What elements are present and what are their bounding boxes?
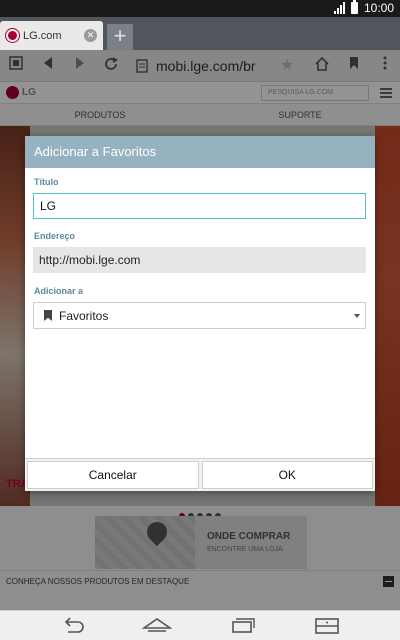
cancel-button[interactable]: Cancelar <box>27 461 199 489</box>
browser-tab[interactable]: LG.com ✕ <box>0 21 103 50</box>
browser-tab-strip: LG.com ✕ + <box>0 17 400 50</box>
status-indicators: 10:00 <box>333 0 394 15</box>
dialog-button-bar: Cancelar OK <box>25 458 375 491</box>
address-label: Endereço <box>34 231 76 241</box>
close-tab-icon[interactable]: ✕ <box>84 29 97 42</box>
status-time: 10:00 <box>363 1 394 15</box>
home-button-icon[interactable] <box>141 616 173 636</box>
title-input[interactable] <box>33 193 366 219</box>
add-to-label: Adicionar a <box>34 286 84 296</box>
battery-icon <box>350 0 358 14</box>
bookmark-icon <box>44 310 52 321</box>
back-icon[interactable] <box>58 616 88 636</box>
signal-icon <box>333 2 345 14</box>
lg-favicon-icon <box>6 29 19 42</box>
folder-select-value: Favoritos <box>59 308 109 323</box>
status-bar: 10:00 <box>0 0 400 17</box>
system-nav-bar <box>0 610 400 640</box>
title-label: Título <box>34 177 59 187</box>
menu-icon[interactable] <box>312 616 342 636</box>
address-field[interactable]: http://mobi.lge.com <box>33 247 366 273</box>
dropdown-arrow-icon <box>354 313 360 318</box>
add-bookmark-dialog: Adicionar a Favoritos Título Endereço ht… <box>25 136 375 491</box>
recent-apps-icon[interactable] <box>228 616 258 636</box>
new-tab-button[interactable]: + <box>107 24 133 50</box>
dialog-title: Adicionar a Favoritos <box>25 136 375 168</box>
ok-button[interactable]: OK <box>201 461 373 489</box>
tab-title: LG.com <box>23 29 62 42</box>
folder-select[interactable]: Favoritos <box>33 302 366 329</box>
